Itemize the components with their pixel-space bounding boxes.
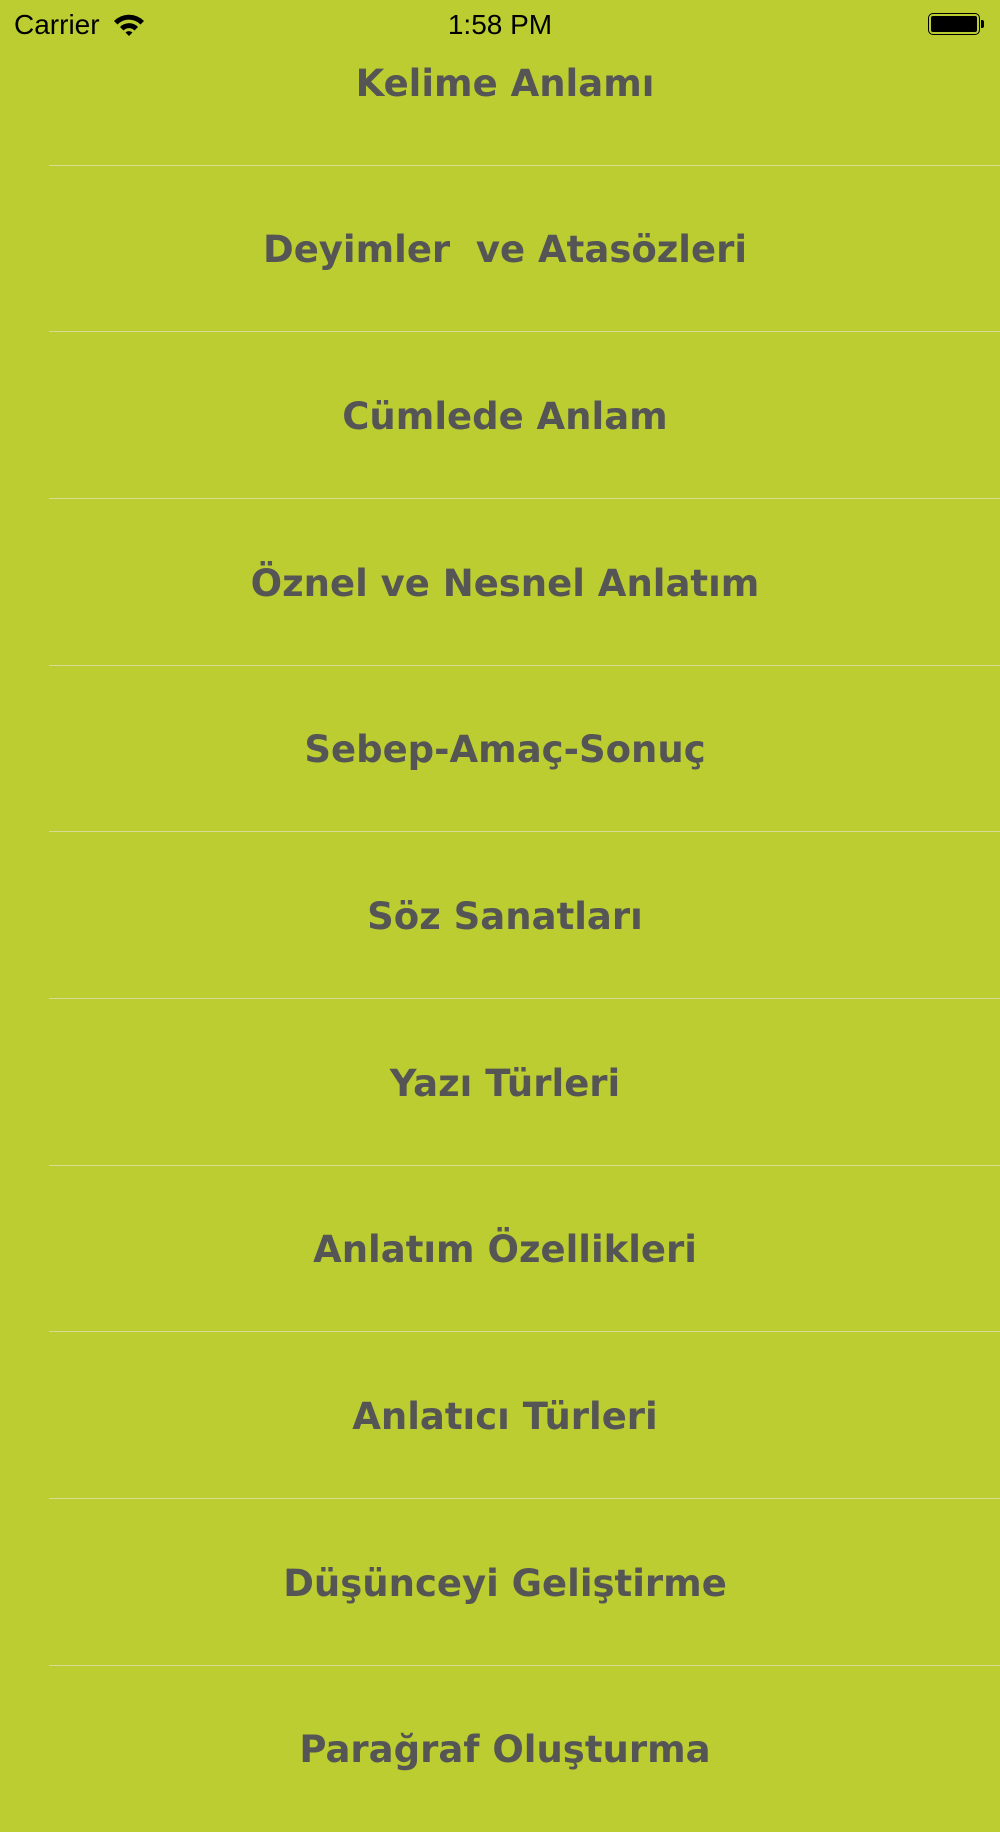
divider	[49, 998, 1000, 999]
list-item-label: Cümlede Anlam	[342, 394, 668, 438]
list-item-label: Sebep-Amaç-Sonuç	[304, 727, 706, 771]
list-item-label: Deyimler ve Atasözleri	[262, 227, 748, 271]
divider	[49, 1498, 1000, 1499]
list-item-label: Düşünceyi Geliştirme	[283, 1561, 727, 1605]
list-item-anlatim-ozellikleri[interactable]: Anlatım Özellikleri	[0, 1166, 1000, 1332]
list-item-soz-sanatlari[interactable]: Söz Sanatları	[0, 833, 1000, 999]
list-item-sebep-amac-sonuc[interactable]: Sebep-Amaç-Sonuç	[0, 666, 1000, 832]
topic-list: Kelime Anlamı Deyimler ve Atasözleri Cüm…	[0, 0, 1000, 1778]
battery-level	[931, 16, 977, 32]
list-item-label: Anlatım Özellikleri	[313, 1227, 697, 1271]
list-item-oznel-ve-nesnel-anlatim[interactable]: Öznel ve Nesnel Anlatım	[0, 500, 1000, 666]
list-item-paragraf-olusturma[interactable]: Parağraf Oluşturma	[0, 1666, 1000, 1778]
list-item-label: Parağraf Oluşturma	[299, 1727, 711, 1771]
list-item-deyimler-ve-atasozleri[interactable]: Deyimler ve Atasözleri	[0, 166, 1000, 332]
status-bar: Carrier 1:58 PM	[0, 0, 1000, 50]
divider	[49, 331, 1000, 332]
divider	[49, 498, 1000, 499]
battery-icon	[928, 13, 986, 37]
list-item-cumlede-anlam[interactable]: Cümlede Anlam	[0, 333, 1000, 499]
list-item-label: Öznel ve Nesnel Anlatım	[250, 561, 760, 605]
divider	[49, 831, 1000, 832]
list-item-label: Yazı Türleri	[389, 1061, 621, 1105]
list-item-label: Söz Sanatları	[367, 894, 643, 938]
list-item-anlatici-turleri[interactable]: Anlatıcı Türleri	[0, 1333, 1000, 1499]
list-item-dusunceyi-gelistirme[interactable]: Düşünceyi Geliştirme	[0, 1500, 1000, 1666]
list-item-label: Anlatıcı Türleri	[352, 1394, 658, 1438]
status-bar-time: 1:58 PM	[447, 9, 553, 40]
list-item-yazi-turleri[interactable]: Yazı Türleri	[0, 1000, 1000, 1166]
divider	[49, 1331, 1000, 1332]
